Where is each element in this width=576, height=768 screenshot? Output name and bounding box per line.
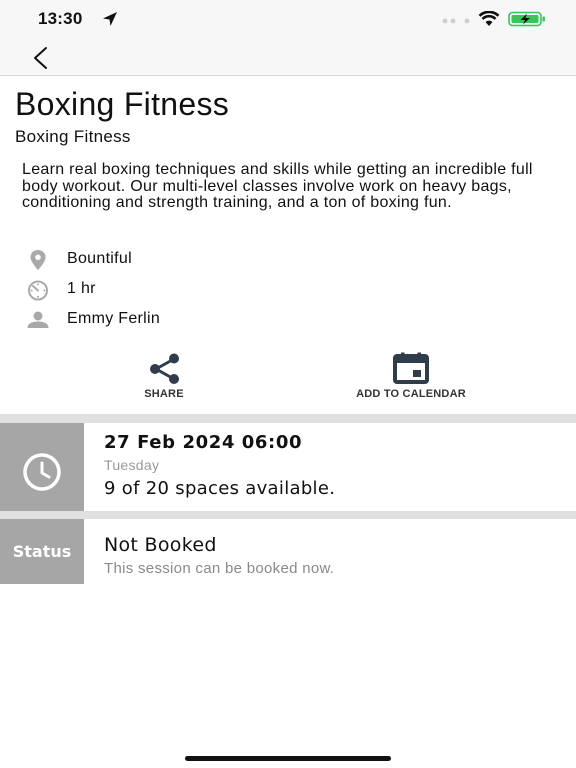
section-divider (0, 511, 576, 519)
session-date: 27 Feb 2024 06:00 (104, 432, 303, 453)
location-arrow-icon (103, 12, 117, 26)
status-time: 13:30 (38, 9, 83, 28)
booking-status-card: Status Not Booked This session can be bo… (0, 519, 576, 584)
share-icon (150, 353, 179, 384)
wifi-icon (478, 11, 500, 26)
map-pin-icon (30, 250, 46, 270)
section-divider (0, 414, 576, 423)
booking-status: Not Booked (104, 534, 217, 556)
info-row-duration: 1 hr (24, 278, 424, 302)
timer-icon (28, 280, 48, 301)
status-panel: Status (0, 519, 84, 584)
clock-icon (23, 453, 61, 491)
status-bar: 13:30 (0, 0, 576, 36)
share-label: SHARE (144, 388, 184, 400)
class-subtitle: Boxing Fitness (15, 127, 131, 146)
class-description: Learn real boxing techniques and skills … (22, 161, 533, 211)
session-card[interactable]: 27 Feb 2024 06:00 Tuesday 9 of 20 spaces… (0, 423, 576, 511)
session-spaces: 9 of 20 spaces available. (104, 478, 336, 499)
status-side-label: Status (12, 542, 72, 561)
session-day: Tuesday (104, 457, 160, 473)
person-icon (27, 311, 49, 328)
session-time-panel (0, 423, 84, 511)
info-row-instructor: Emmy Ferlin (24, 308, 424, 332)
chevron-left-icon[interactable] (26, 42, 56, 72)
signal-dots-icon (442, 18, 470, 24)
location-text: Bountiful (67, 250, 132, 267)
add-to-calendar-button[interactable]: ADD TO CALENDAR (346, 352, 476, 400)
home-indicator[interactable] (185, 756, 391, 761)
booking-note: This session can be booked now. (104, 560, 335, 577)
navigation-bar (0, 36, 576, 76)
page-title: Boxing Fitness (15, 86, 230, 122)
share-button[interactable]: SHARE (134, 352, 194, 400)
battery-charging-icon (508, 11, 545, 27)
info-row-location: Bountiful (24, 248, 424, 272)
duration-text: 1 hr (67, 280, 96, 297)
calendar-icon (393, 352, 429, 384)
add-to-calendar-label: ADD TO CALENDAR (356, 388, 466, 400)
instructor-text: Emmy Ferlin (67, 310, 161, 327)
